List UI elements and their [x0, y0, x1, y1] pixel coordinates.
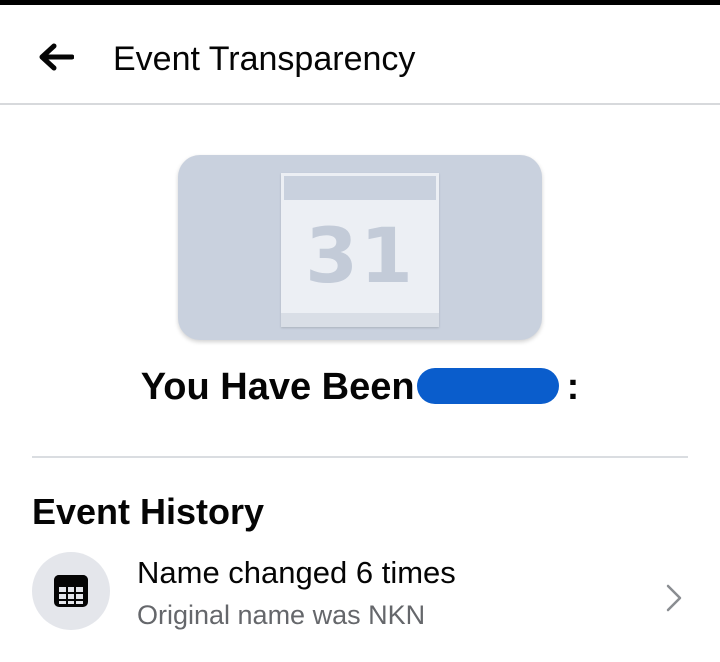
- redacted-text: [416, 367, 559, 404]
- back-button[interactable]: [30, 33, 82, 81]
- calendar-icon: 31: [281, 173, 439, 327]
- calendar-header-band: [281, 173, 439, 203]
- event-name: You Have Been:: [0, 366, 720, 416]
- calendar-day-number: 31: [305, 210, 415, 300]
- history-item-title: Name changed 6 times: [137, 555, 456, 590]
- event-cover-image: 31: [178, 155, 542, 340]
- event-name-text: You Have Been: [140, 366, 415, 408]
- chevron-right-icon: [660, 582, 688, 614]
- history-item-icon: [32, 552, 110, 630]
- event-name-suffix: :: [566, 366, 580, 408]
- history-item-name-changes[interactable]: Name changed 6 times Original name was N…: [0, 542, 720, 642]
- top-app-bar: Event Transparency: [0, 5, 720, 105]
- calendar-base: [281, 313, 439, 327]
- section-divider: [32, 456, 688, 458]
- page-title: Event Transparency: [113, 40, 416, 78]
- history-item-subtitle: Original name was NKN: [137, 600, 426, 630]
- calendar-grid-icon: [54, 575, 88, 607]
- arrow-left-icon: [39, 43, 74, 71]
- event-history-heading: Event History: [32, 491, 265, 532]
